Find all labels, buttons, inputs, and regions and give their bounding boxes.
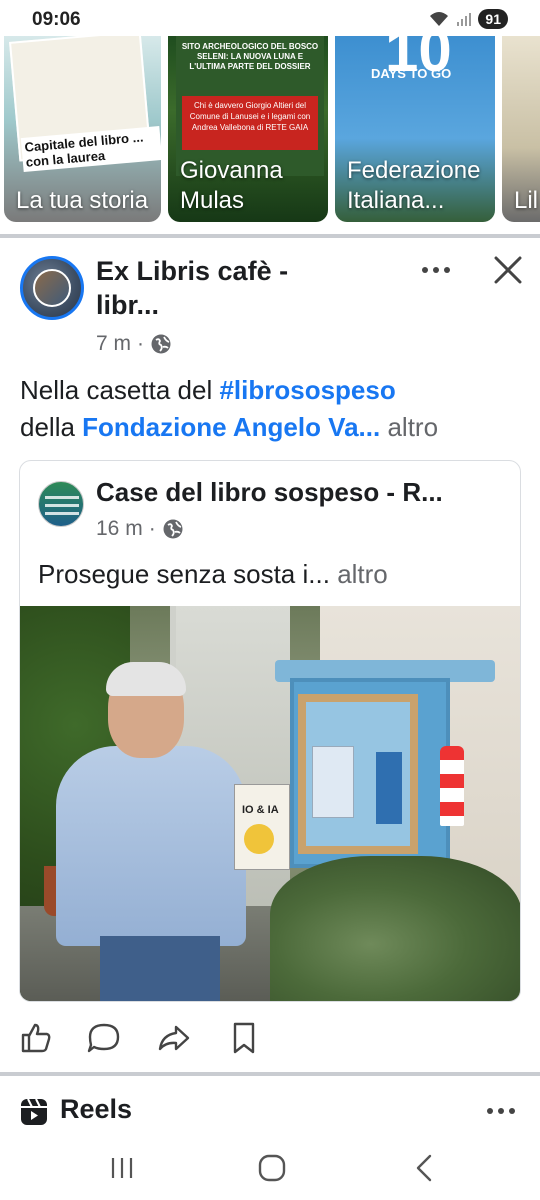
story-card-your-story[interactable]: Capitale del libro ... con la laurea La …: [4, 36, 161, 222]
shared-page-avatar[interactable]: [38, 481, 84, 527]
shared-post-text: Prosegue senza sosta i... altro: [38, 559, 388, 590]
more-horizontal-icon: [422, 267, 450, 273]
post-text-part: Nella casetta del: [20, 375, 220, 405]
story-label: Federazione Italiana...: [347, 157, 481, 214]
wifi-icon: [430, 12, 449, 26]
stories-row: Capitale del libro ... con la laurea La …: [0, 36, 540, 224]
comment-button[interactable]: [84, 1016, 124, 1060]
mention-link[interactable]: Fondazione Angelo Va...: [82, 412, 380, 442]
back-icon: [416, 1154, 432, 1182]
post-text-part: della: [20, 412, 83, 442]
share-button[interactable]: [154, 1016, 194, 1060]
meta-separator: ·: [148, 517, 156, 540]
post-text: Nella casetta del #librosospeso della Fo…: [20, 372, 520, 446]
status-bar: 09:06 91: [0, 0, 540, 40]
story-poster-subtitle: Chi è davvero Giorgio Altieri del Comune…: [182, 96, 318, 150]
book-in-box: [312, 746, 354, 818]
post-actions: [0, 1016, 540, 1064]
shared-text-body: Prosegue senza sosta i...: [38, 559, 330, 589]
save-button[interactable]: [224, 1016, 264, 1060]
story-label: Giovanna Mulas: [180, 157, 283, 214]
status-icons: 91: [428, 9, 508, 29]
section-divider: [0, 234, 540, 238]
recent-apps-icon: [111, 1158, 133, 1178]
globe-icon: [163, 519, 183, 539]
story-poster-title: SITO ARCHEOLOGICO DEL BOSCO SELENI: LA N…: [181, 42, 319, 71]
like-icon: [21, 1023, 51, 1053]
home-icon: [258, 1154, 286, 1182]
story-card-partial[interactable]: Lil: [502, 36, 540, 222]
avatar-stripe: [45, 512, 79, 515]
system-nav-bar: [0, 1136, 540, 1200]
more-options-button[interactable]: [416, 256, 456, 288]
post-meta: 7 m ·: [96, 332, 172, 356]
see-more-link[interactable]: altro: [387, 412, 438, 442]
reels-section-header: Reels: [0, 1094, 540, 1134]
story-card-federazione[interactable]: 10 DAYS TO GO Federazione Italiana...: [335, 36, 495, 222]
comment-icon: [87, 1023, 120, 1053]
held-book-illustration: [244, 824, 274, 854]
recent-apps-button[interactable]: [98, 1148, 146, 1188]
story-label: La tua storia: [16, 187, 149, 214]
shared-post-card[interactable]: Case del libro sospeso - R... 16 m · Pro…: [19, 460, 521, 1002]
globe-icon: [151, 334, 171, 354]
post-header: Ex Libris cafè - libr... 7 m ·: [20, 254, 522, 366]
hashtag-link[interactable]: #librosospeso: [219, 375, 395, 405]
like-button[interactable]: [16, 1016, 56, 1060]
shared-page-name[interactable]: Case del libro sospeso - R...: [96, 477, 506, 508]
close-icon: [494, 256, 522, 284]
lighthouse-figurine: [440, 746, 464, 826]
reels-more-button[interactable]: [484, 1096, 518, 1133]
story-days-text: DAYS TO GO: [371, 66, 452, 81]
back-button[interactable]: [400, 1148, 448, 1188]
avatar-stripe: [45, 496, 79, 499]
avatar-image: [33, 269, 71, 307]
held-book-title: IO & IA: [242, 804, 279, 816]
post-photo[interactable]: IO & IA: [20, 606, 520, 1001]
status-time: 09:06: [32, 9, 81, 30]
page-avatar[interactable]: [20, 256, 84, 320]
home-button[interactable]: [248, 1148, 296, 1188]
man-jeans: [100, 936, 220, 1001]
section-divider: [0, 1072, 540, 1076]
story-card-giovanna-mulas[interactable]: SITO ARCHEOLOGICO DEL BOSCO SELENI: LA N…: [168, 36, 328, 222]
save-icon: [233, 1022, 255, 1054]
close-post-button[interactable]: [490, 252, 526, 288]
shared-post-meta: 16 m ·: [96, 517, 184, 541]
share-icon: [158, 1025, 190, 1051]
more-horizontal-icon: [487, 1108, 515, 1114]
post-time: 7 m: [96, 332, 132, 355]
story-label: Lil: [514, 187, 539, 214]
photo-shrub: [270, 856, 520, 1001]
reels-icon: [21, 1098, 47, 1125]
see-more-link[interactable]: altro: [337, 559, 388, 589]
meta-separator: ·: [137, 332, 145, 355]
page-name[interactable]: Ex Libris cafè - libr...: [96, 254, 356, 322]
man-hair: [106, 662, 186, 696]
book-in-box: [376, 752, 402, 824]
signal-icon: [457, 13, 472, 26]
man-shirt: [56, 746, 246, 946]
avatar-stripe: [45, 504, 79, 507]
shared-post-time: 16 m: [96, 517, 143, 540]
battery-badge: 91: [478, 9, 508, 29]
reels-title[interactable]: Reels: [60, 1094, 132, 1125]
